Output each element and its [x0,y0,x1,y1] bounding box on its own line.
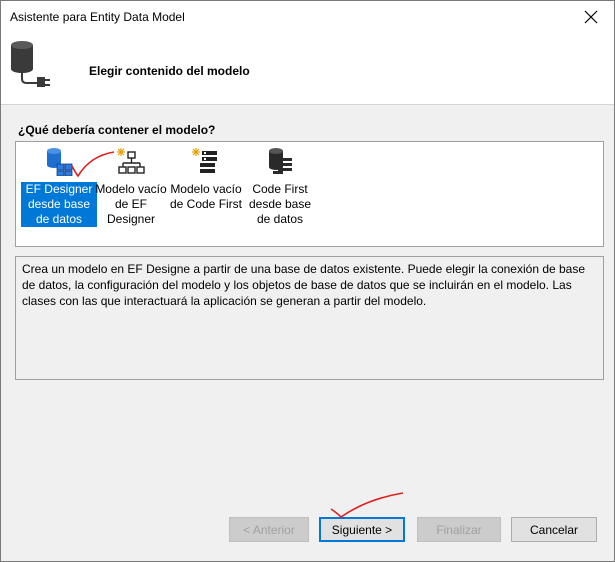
window-title: Asistente para Entity Data Model [10,10,185,24]
option-label: Modelo vacío de Code First [169,182,243,211]
model-contents-label: ¿Qué debería contener el modelo? [18,123,216,137]
red-checkmark-annotation [330,492,404,519]
database-plug-icon [11,41,50,87]
previous-button[interactable]: < Anterior [229,517,309,542]
page-title: Elegir contenido del modelo [89,64,250,78]
close-icon[interactable] [582,8,600,26]
wizard-header: Elegir contenido del modelo [1,33,614,105]
finish-button[interactable]: Finalizar [417,517,501,542]
option-description: Crea un modelo en EF Designe a partir de… [15,256,604,380]
model-options-list: EF Designer desde base de datos Modelo v… [15,141,604,247]
database-tables-icon [47,148,73,176]
option-code-first-from-db[interactable]: Code First desde base de datos [242,146,318,230]
option-label: EF Designer desde base de datos [21,182,97,227]
option-label: Modelo vacío de EF Designer [95,182,167,226]
wizard-window: Asistente para Entity Data Model Elegir … [0,0,615,562]
option-empty-code-first[interactable]: Modelo vacío de Code First [168,146,244,230]
empty-code-icon [192,148,217,173]
empty-diagram-icon [117,148,145,174]
option-ef-designer-from-db[interactable]: EF Designer desde base de datos [21,146,97,230]
database-code-icon [269,148,292,174]
title-bar: Asistente para Entity Data Model [1,1,614,33]
option-empty-ef-designer[interactable]: Modelo vacío de EF Designer [93,146,169,230]
cancel-button[interactable]: Cancelar [511,517,597,542]
option-label: Code First desde base de datos [248,182,312,226]
next-button[interactable]: Siguiente > [319,517,405,542]
